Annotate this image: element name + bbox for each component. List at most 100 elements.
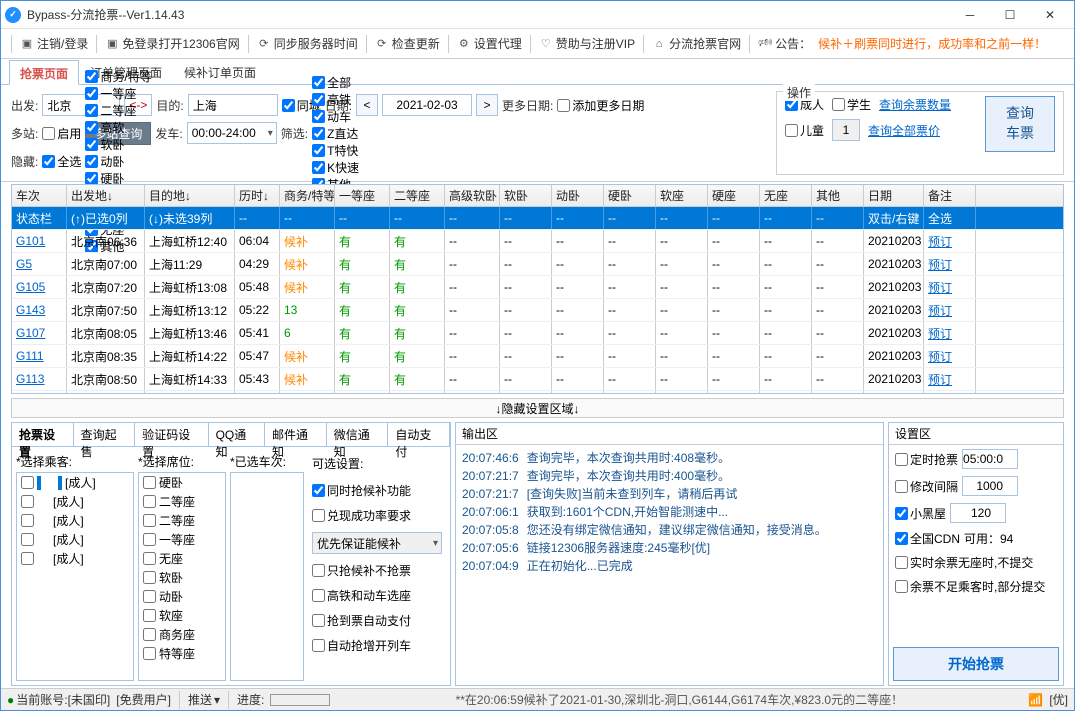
push-button[interactable]: 推送 ▾ <box>188 691 220 708</box>
subtab-6[interactable]: 自动支付 <box>388 423 450 446</box>
col-13[interactable]: 无座 <box>760 185 812 206</box>
train-link[interactable]: G113 <box>16 372 44 386</box>
col-4[interactable]: 商务/特等 <box>280 185 335 206</box>
book-link[interactable]: 预订 <box>928 348 952 365</box>
filter-1[interactable]: 高铁 <box>312 91 359 108</box>
table-row[interactable]: G5北京南07:00上海11:2904:29候补有有--------------… <box>12 253 1063 276</box>
table-row[interactable]: G105北京南07:20上海虹桥13:0805:48候补有有----------… <box>12 276 1063 299</box>
proxy-button[interactable]: ⚙设置代理 <box>453 33 526 54</box>
timed-checkbox[interactable]: 定时抢票 <box>895 451 958 468</box>
col-16[interactable]: 备注 <box>924 185 976 206</box>
depart-time-select[interactable]: 00:00-24:00 <box>187 122 277 144</box>
subtab-2[interactable]: 验证码设置 <box>135 423 208 446</box>
interval-checkbox[interactable]: 修改间隔 <box>895 478 958 495</box>
date-input[interactable] <box>382 94 472 116</box>
table-row[interactable]: G107北京南08:05上海虹桥13:4605:416有有-----------… <box>12 322 1063 345</box>
list-item[interactable]: 硬卧 <box>139 473 225 492</box>
passenger-list[interactable]: ██[成人][成人][成人][成人][成人] <box>16 472 134 681</box>
subtab-3[interactable]: QQ通知 <box>209 423 265 446</box>
hide-2[interactable]: 二等座 <box>85 102 151 119</box>
col-9[interactable]: 动卧 <box>552 185 604 206</box>
table-row[interactable]: G113北京南08:50上海虹桥14:3305:43候补有有----------… <box>12 368 1063 391</box>
col-5[interactable]: 一等座 <box>335 185 390 206</box>
list-item[interactable]: 软卧 <box>139 568 225 587</box>
subtab-5[interactable]: 微信通知 <box>327 423 389 446</box>
timed-input[interactable] <box>962 449 1018 469</box>
student-checkbox[interactable]: 学生 <box>832 96 871 113</box>
col-2[interactable]: 目的地↓ <box>145 185 235 206</box>
train-link[interactable]: G143 <box>16 303 45 317</box>
list-item[interactable]: 特等座 <box>139 644 225 663</box>
book-link[interactable]: 预订 <box>928 233 952 250</box>
book-link[interactable]: 预订 <box>928 371 952 388</box>
hide-5[interactable]: 动卧 <box>85 153 151 170</box>
col-3[interactable]: 历时↓ <box>235 185 280 206</box>
hide-3[interactable]: 高软 <box>85 119 151 136</box>
opt-5[interactable]: 自动抢增开列车 <box>312 637 442 654</box>
book-link[interactable]: 预订 <box>928 302 952 319</box>
opt-3[interactable]: 高铁和动车选座 <box>312 587 442 604</box>
opt-0[interactable]: 同时抢候补功能 <box>312 482 442 499</box>
train-link[interactable]: G105 <box>16 280 45 294</box>
partial-checkbox[interactable]: 余票不足乘客时,部分提交 <box>895 578 1045 595</box>
table-row[interactable]: G1北京南09:00上海虹桥13:2804:28候补有有------------… <box>12 391 1063 393</box>
check-quota-link[interactable]: 查询余票数量 <box>879 96 951 113</box>
official-button[interactable]: ⌂分流抢票官网 <box>648 33 745 54</box>
col-0[interactable]: 车次 <box>12 185 67 206</box>
start-grab-button[interactable]: 开始抢票 <box>893 647 1059 681</box>
selected-train-list[interactable] <box>230 472 304 681</box>
list-item[interactable]: [成人] <box>17 530 133 549</box>
col-11[interactable]: 软座 <box>656 185 708 206</box>
hide-all-checkbox[interactable]: 全选 <box>42 153 81 170</box>
next-date-button[interactable]: > <box>476 94 498 116</box>
list-item[interactable]: 软座 <box>139 606 225 625</box>
table-row[interactable]: G143北京南07:50上海虹桥13:1205:2213有有----------… <box>12 299 1063 322</box>
filter-5[interactable]: K快速 <box>312 159 359 176</box>
tab-waitlist[interactable]: 候补订单页面 <box>173 59 267 84</box>
seat-list[interactable]: 硬卧二等座二等座一等座无座软卧动卧软座商务座特等座 <box>138 472 226 681</box>
col-1[interactable]: 出发地↓ <box>67 185 145 206</box>
sync-time-button[interactable]: ⟳同步服务器时间 <box>253 33 362 54</box>
list-item[interactable]: [成人] <box>17 511 133 530</box>
list-item[interactable]: 一等座 <box>139 530 225 549</box>
hide-1[interactable]: 一等座 <box>85 85 151 102</box>
filter-4[interactable]: T特快 <box>312 142 359 159</box>
train-link[interactable]: G101 <box>16 234 45 248</box>
book-link[interactable]: 预订 <box>928 279 952 296</box>
enable-checkbox[interactable]: 启用 <box>42 125 81 142</box>
train-link[interactable]: G107 <box>16 326 45 340</box>
status-row[interactable]: 状态栏(↑)已选0列(↓)未选39列----------------------… <box>12 207 1063 230</box>
query-ticket-button[interactable]: 查询 车票 <box>985 96 1055 152</box>
list-item[interactable]: [成人] <box>17 492 133 511</box>
col-7[interactable]: 高级软卧 <box>445 185 500 206</box>
train-link[interactable]: G111 <box>16 349 44 363</box>
train-link[interactable]: G5 <box>16 257 32 271</box>
login-button[interactable]: ▣注销/登录 <box>16 33 92 54</box>
col-8[interactable]: 软卧 <box>500 185 552 206</box>
blackroom-input[interactable] <box>950 503 1006 523</box>
priority-select[interactable]: 优先保证能候补 <box>312 532 442 554</box>
list-item[interactable]: 动卧 <box>139 587 225 606</box>
interval-input[interactable] <box>962 476 1018 496</box>
hide-4[interactable]: 软卧 <box>85 136 151 153</box>
close-button[interactable]: ✕ <box>1030 1 1070 29</box>
child-checkbox[interactable]: 儿童 <box>785 122 824 139</box>
list-item[interactable]: 二等座 <box>139 511 225 530</box>
hide-0[interactable]: 商务/特等 <box>85 68 151 85</box>
check-all-link[interactable]: 查询全部票价 <box>868 122 940 139</box>
list-item[interactable]: [成人] <box>17 549 133 568</box>
blackroom-checkbox[interactable]: 小黑屋 <box>895 505 946 522</box>
col-10[interactable]: 硬卧 <box>604 185 656 206</box>
list-item[interactable]: 无座 <box>139 549 225 568</box>
subtab-0[interactable]: 抢票设置 <box>12 423 74 446</box>
realtime-checkbox[interactable]: 实时余票无座时,不提交 <box>895 554 1033 571</box>
tab-grab[interactable]: 抢票页面 <box>9 60 79 85</box>
col-14[interactable]: 其他 <box>812 185 864 206</box>
cdn-checkbox[interactable]: 全国CDN <box>895 530 960 547</box>
filter-2[interactable]: 动车 <box>312 108 359 125</box>
opt-4[interactable]: 抢到票自动支付 <box>312 612 442 629</box>
list-item[interactable]: 二等座 <box>139 492 225 511</box>
col-15[interactable]: 日期 <box>864 185 924 206</box>
filter-0[interactable]: 全部 <box>312 74 359 91</box>
col-12[interactable]: 硬座 <box>708 185 760 206</box>
